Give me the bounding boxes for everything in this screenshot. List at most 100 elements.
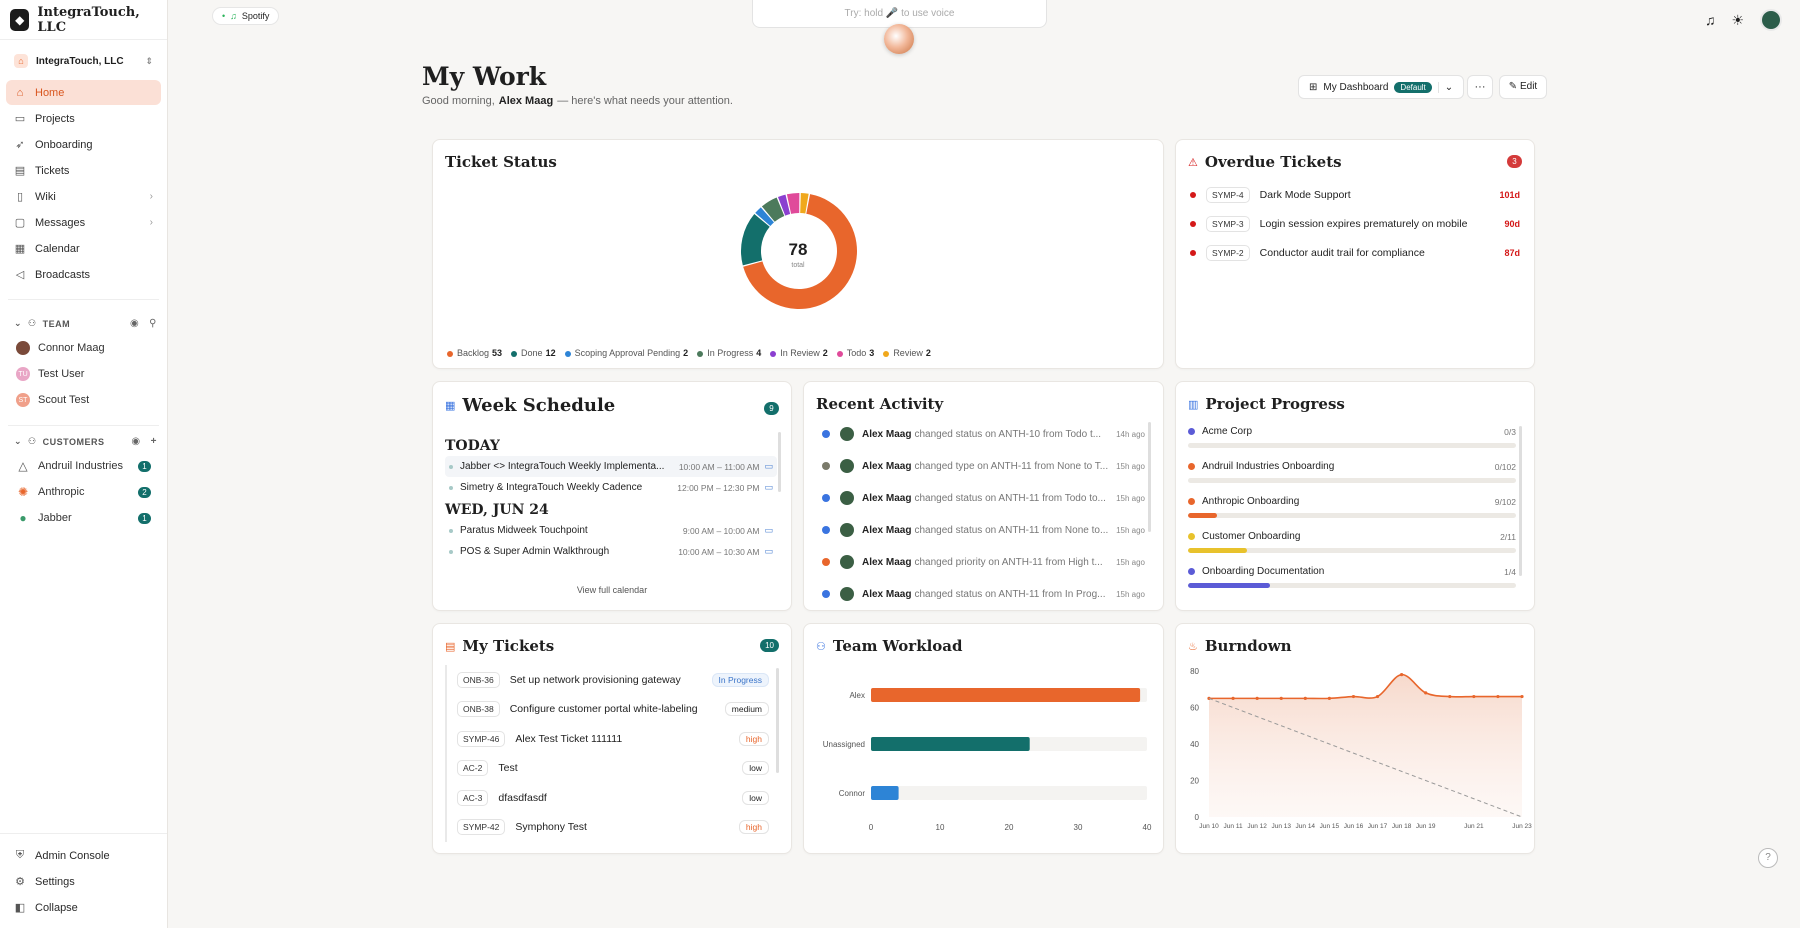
workload-bar[interactable] <box>871 688 1141 702</box>
video-icon[interactable]: ▭ <box>764 525 773 536</box>
ticket-row[interactable]: SYMP-46 Alex Test Ticket 111111 high <box>445 724 769 754</box>
org-switcher[interactable]: ⌂ IntegraTouch, LLC ⇕ <box>8 48 159 74</box>
overdue-ticket-row[interactable]: SYMP-2 Conductor audit trail for complian… <box>1176 238 1534 267</box>
nav-collapse[interactable]: ◧ Collapse <box>6 895 161 920</box>
activity-desc: changed type on ANTH-11 from None to T..… <box>914 460 1109 472</box>
scrollbar[interactable] <box>778 432 781 492</box>
eye-icon[interactable]: ◉ <box>131 436 140 447</box>
legend-item: In Progress 4 <box>697 348 761 358</box>
burndown-point[interactable] <box>1400 673 1404 677</box>
dashboard-selector[interactable]: ⊞ My Dashboard Default ⌄ <box>1298 75 1465 99</box>
voice-orb[interactable] <box>884 24 914 54</box>
burndown-card: ♨ Burndown 0 20 40 60 80 Jun 10 Jun 11 Jun 12 Jun… <box>1175 623 1535 854</box>
help-icon[interactable]: ? <box>1758 848 1778 868</box>
view-calendar-link[interactable]: View full calendar <box>433 585 791 595</box>
team-member[interactable]: Connor Maag <box>0 335 167 361</box>
burndown-point[interactable] <box>1255 696 1259 700</box>
team-section-header[interactable]: ⌄ ⚇ TEAM ◉ ⚲ <box>14 318 157 329</box>
video-icon[interactable]: ▭ <box>764 546 773 557</box>
activity-row[interactable]: Alex Maag changed type on ANTH-11 from No… <box>804 450 1157 482</box>
more-button[interactable]: ··· <box>1467 75 1493 99</box>
burndown-point[interactable] <box>1351 694 1356 699</box>
ticket-row[interactable]: ONB-38 Configure customer portal white-la… <box>445 694 769 724</box>
burndown-point[interactable] <box>1520 694 1524 699</box>
ticket-row[interactable]: ONB-36 Set up network provisioning gatewa… <box>445 665 769 695</box>
ticket-row[interactable]: SYMP-42 Symphony Test high <box>445 812 769 842</box>
schedule-list: TODAY Jabber <> IntegraTouch Weekly Imple… <box>433 434 791 562</box>
recent-activity-card: Recent Activity Alex Maag changed status … <box>803 381 1164 611</box>
customers-section-header[interactable]: ⌄ ⚇ CUSTOMERS ◉ + <box>14 436 157 447</box>
x-tick-label: 40 <box>1143 823 1152 832</box>
nav-wiki[interactable]: ▯ Wiki › <box>6 184 161 209</box>
plus-icon[interactable]: + <box>151 436 157 447</box>
workload-bar[interactable] <box>871 786 899 800</box>
burndown-point[interactable] <box>1375 694 1380 699</box>
ticket-title: Set up network provisioning gateway <box>509 673 681 686</box>
activity-row[interactable]: Alex Maag changed priority on ANTH-11 fro… <box>804 546 1157 578</box>
nav-broadcasts[interactable]: ◁ Broadcasts <box>6 262 161 287</box>
eye-icon[interactable]: ◉ <box>130 318 139 329</box>
event-row[interactable]: Paratus Midweek Touchpoint 9:00 AM – 10:0… <box>445 520 777 541</box>
project-progress-row[interactable]: Andruil Industries Onboarding 0/102 <box>1176 461 1534 496</box>
event-row[interactable]: Simetry & IntegraTouch Weekly Cadence 12:… <box>445 477 777 498</box>
burndown-point[interactable] <box>1327 696 1331 700</box>
burndown-point[interactable] <box>1303 696 1307 700</box>
activity-row[interactable]: Alex Maag changed status on ANTH-11 from … <box>804 514 1157 546</box>
burndown-point[interactable] <box>1424 691 1428 695</box>
x-tick-label: 20 <box>1005 823 1014 832</box>
spotify-widget[interactable]: • ♫ Spotify <box>212 7 280 25</box>
brand[interactable]: ◆ IntegraTouch, LLC <box>0 0 167 40</box>
nav-tickets[interactable]: ▤ Tickets <box>6 158 161 183</box>
scrollbar[interactable] <box>776 668 779 773</box>
user-avatar[interactable] <box>1760 9 1782 31</box>
burndown-point[interactable] <box>1279 696 1283 700</box>
overdue-ticket-row[interactable]: SYMP-4 Dark Mode Support 101d <box>1176 180 1534 209</box>
customer-item[interactable]: ● Jabber 1 <box>0 505 167 531</box>
sun-icon[interactable]: ☀ <box>1731 12 1744 29</box>
project-progress-row[interactable]: Customer Onboarding 2/11 <box>1176 531 1534 566</box>
overdue-ticket-row[interactable]: SYMP-3 Login session expires prematurely … <box>1176 209 1534 238</box>
project-dot <box>1188 428 1195 435</box>
event-row[interactable]: Jabber <> IntegraTouch Weekly Implementa… <box>445 456 777 477</box>
activity-user: Alex Maag <box>862 492 912 504</box>
video-icon[interactable]: ▭ <box>764 461 773 472</box>
scrollbar[interactable] <box>1519 426 1522 576</box>
team-member[interactable]: ST Scout Test <box>0 387 167 413</box>
project-progress-row[interactable]: Anthropic Onboarding 9/102 <box>1176 496 1534 531</box>
scrollbar[interactable] <box>1148 422 1151 532</box>
main-nav: ⌂ Home ▭ Projects ➶ Onboarding ▤ Tickets ▯ Wiki › ▢… <box>0 80 167 287</box>
project-progress-row[interactable]: Onboarding Documentation 1/4 <box>1176 566 1534 601</box>
burndown-point[interactable] <box>1472 694 1476 699</box>
workload-bar[interactable] <box>871 737 1030 751</box>
customer-item[interactable]: ✺ Anthropic 2 <box>0 479 167 505</box>
music-icon[interactable]: ♫ <box>1705 12 1716 28</box>
nav-onboarding[interactable]: ➶ Onboarding <box>6 132 161 157</box>
customer-item[interactable]: △ Andruil Industries 1 <box>0 453 167 479</box>
edit-button[interactable]: ✎ Edit <box>1499 75 1547 99</box>
nav-projects[interactable]: ▭ Projects <box>6 106 161 131</box>
nav-calendar[interactable]: ▦ Calendar <box>6 236 161 261</box>
burndown-point[interactable] <box>1448 694 1452 699</box>
activity-row[interactable]: Alex Maag changed status on ANTH-11 from … <box>804 482 1157 514</box>
event-row[interactable]: POS & Super Admin Walkthrough 10:00 AM – … <box>445 541 777 562</box>
burndown-point[interactable] <box>1231 696 1235 700</box>
ticket-row[interactable]: AC-3 dfasdfasdf low <box>445 783 769 813</box>
team-member[interactable]: TU Test User <box>0 361 167 387</box>
nav-messages[interactable]: ▢ Messages › <box>6 210 161 235</box>
nav-settings[interactable]: ⚙ Settings <box>6 869 161 894</box>
video-icon[interactable]: ▭ <box>764 482 773 493</box>
add-member-icon[interactable]: ⚲ <box>149 318 157 329</box>
nav-admin-console[interactable]: ⛨ Admin Console <box>6 843 161 868</box>
x-tick-label: 0 <box>869 823 874 832</box>
burndown-point[interactable] <box>1496 694 1500 699</box>
customer-name: Anthropic <box>38 486 85 498</box>
progress-fill <box>1188 583 1270 588</box>
activity-row[interactable]: Alex Maag changed status on ANTH-11 from … <box>804 578 1157 610</box>
progress-bar <box>1188 478 1516 483</box>
activity-row[interactable]: Alex Maag changed status on ANTH-10 from … <box>804 418 1157 450</box>
customer-count: 1 <box>138 460 151 472</box>
ticket-row[interactable]: AC-2 Test low <box>445 753 769 783</box>
nav-home[interactable]: ⌂ Home <box>6 80 161 105</box>
top-icons: ♫ ☀ <box>1705 9 1782 31</box>
project-progress-row[interactable]: Acme Corp 0/3 <box>1176 426 1534 461</box>
